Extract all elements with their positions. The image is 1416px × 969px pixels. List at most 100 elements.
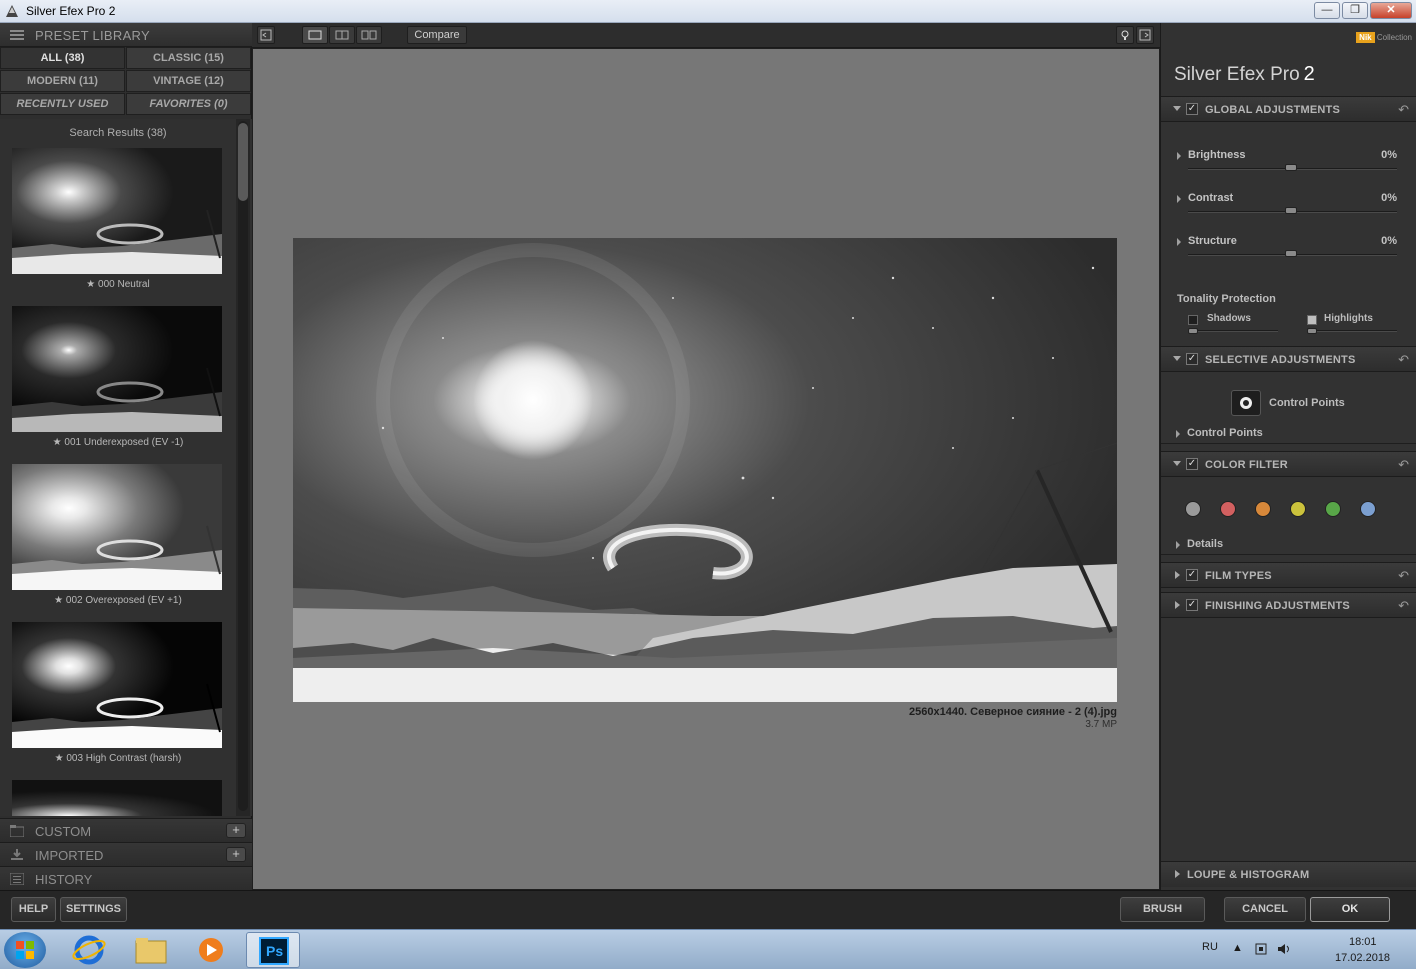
add-control-point-button[interactable] [1231, 390, 1261, 416]
compare-button[interactable]: Compare [407, 26, 467, 44]
panel-toggle-right-button[interactable] [1136, 26, 1154, 44]
global-adjustments-checkbox[interactable]: ✓ [1186, 103, 1198, 115]
brush-button[interactable]: BRUSH [1120, 897, 1205, 922]
color-filter-swatch[interactable] [1290, 501, 1306, 517]
global-adjustments-header[interactable]: ✓ GLOBAL ADJUSTMENTS ↶ [1161, 96, 1416, 122]
finishing-adjustments-label: FINISHING ADJUSTMENTS [1205, 600, 1350, 612]
expand-triangle-icon[interactable] [1176, 430, 1180, 438]
finishing-adjustments-header[interactable]: ✓ FINISHING ADJUSTMENTS ↶ [1161, 592, 1416, 618]
details-row[interactable]: Details [1161, 535, 1416, 555]
tab-modern[interactable]: MODERN (11) [0, 70, 125, 92]
taskbar-ie[interactable] [62, 932, 116, 968]
expand-triangle-icon[interactable] [1177, 195, 1181, 203]
expand-triangle-icon[interactable] [1175, 870, 1180, 878]
cancel-button[interactable]: CANCEL [1224, 897, 1306, 922]
volume-icon[interactable] [1277, 942, 1293, 956]
expand-triangle-icon[interactable] [1175, 601, 1180, 609]
control-points-button-label[interactable]: Control Points [1269, 397, 1345, 409]
settings-button[interactable]: SETTINGS [60, 897, 127, 922]
single-view-button[interactable] [302, 26, 328, 44]
scrollbar-track[interactable] [238, 121, 248, 811]
language-indicator[interactable]: RU [1202, 941, 1218, 953]
color-filter-swatch[interactable] [1325, 501, 1341, 517]
side-by-side-button[interactable] [356, 26, 382, 44]
preview-image[interactable] [293, 238, 1118, 702]
color-filter-header[interactable]: ✓ COLOR FILTER ↶ [1161, 451, 1416, 477]
background-toggle-button[interactable] [1116, 26, 1134, 44]
imported-section[interactable]: IMPORTED + [0, 842, 252, 866]
reset-film-types-icon[interactable]: ↶ [1398, 568, 1409, 584]
collapse-triangle-icon[interactable] [1173, 356, 1181, 361]
finishing-adjustments-checkbox[interactable]: ✓ [1186, 599, 1198, 611]
shadows-slider-handle[interactable] [1188, 328, 1198, 334]
scrollbar-thumb[interactable] [238, 123, 248, 201]
preset-thumbnail[interactable] [12, 622, 222, 748]
collapse-triangle-icon[interactable] [1173, 106, 1181, 111]
preset-thumbnail[interactable] [12, 780, 222, 816]
clock-date[interactable]: 17.02.2018 [1335, 952, 1390, 964]
highlights-slider-track[interactable] [1307, 330, 1397, 332]
ok-button[interactable]: OK [1310, 897, 1390, 922]
loupe-histogram-header[interactable]: LOUPE & HISTOGRAM [1161, 861, 1416, 887]
add-custom-button[interactable]: + [226, 823, 246, 838]
film-types-header[interactable]: ✓ FILM TYPES ↶ [1161, 562, 1416, 588]
highlights-slider-handle[interactable] [1307, 328, 1317, 334]
title-bar: Silver Efex Pro 2 — ❐ ✕ [0, 0, 1416, 23]
expand-triangle-icon[interactable] [1177, 152, 1181, 160]
help-button[interactable]: HELP [11, 897, 56, 922]
color-filter-swatch[interactable] [1185, 501, 1201, 517]
preset-label[interactable]: ★ 000 Neutral [0, 279, 236, 290]
start-button[interactable] [4, 932, 46, 968]
color-filter-swatch[interactable] [1220, 501, 1236, 517]
tab-vintage[interactable]: VINTAGE (12) [126, 70, 251, 92]
color-filter-swatch[interactable] [1255, 501, 1271, 517]
custom-section[interactable]: CUSTOM + [0, 818, 252, 842]
preset-scrollbar[interactable] [236, 119, 250, 816]
preset-thumbnail[interactable] [12, 148, 222, 274]
brightness-slider-handle[interactable] [1285, 164, 1297, 171]
network-icon[interactable] [1254, 942, 1268, 956]
reset-color-filter-icon[interactable]: ↶ [1398, 457, 1409, 473]
selective-adjustments-checkbox[interactable]: ✓ [1186, 353, 1198, 365]
film-types-checkbox[interactable]: ✓ [1186, 569, 1198, 581]
selective-adjustments-header[interactable]: ✓ SELECTIVE ADJUSTMENTS ↶ [1161, 346, 1416, 372]
preset-thumbnail[interactable] [12, 464, 222, 590]
tab-favorites[interactable]: FAVORITES (0) [126, 93, 251, 115]
show-hidden-icons[interactable]: ▲ [1232, 942, 1243, 954]
control-points-row[interactable]: Control Points [1161, 424, 1416, 444]
preset-label[interactable]: ★ 001 Underexposed (EV -1) [0, 437, 236, 448]
structure-slider-handle[interactable] [1285, 250, 1297, 257]
tab-all[interactable]: ALL (38) [0, 47, 125, 69]
maximize-button[interactable]: ❐ [1342, 2, 1368, 19]
taskbar-media-player[interactable] [184, 932, 238, 968]
close-button[interactable]: ✕ [1370, 2, 1412, 19]
contrast-value: 0% [1381, 192, 1397, 204]
tab-recently-used[interactable]: RECENTLY USED [0, 93, 125, 115]
color-filter-swatch[interactable] [1360, 501, 1376, 517]
reset-global-icon[interactable]: ↶ [1398, 102, 1409, 118]
minimize-button[interactable]: — [1314, 2, 1340, 19]
add-imported-button[interactable]: + [226, 847, 246, 862]
collapse-triangle-icon[interactable] [1173, 461, 1181, 466]
color-filter-checkbox[interactable]: ✓ [1186, 458, 1198, 470]
history-section[interactable]: HISTORY [0, 866, 252, 890]
app-icon [6, 5, 18, 17]
expand-triangle-icon[interactable] [1176, 541, 1180, 549]
reset-finishing-icon[interactable]: ↶ [1398, 598, 1409, 614]
preset-library-header[interactable]: PRESET LIBRARY [0, 23, 252, 47]
expand-triangle-icon[interactable] [1175, 571, 1180, 579]
preset-label[interactable]: ★ 003 High Contrast (harsh) [0, 753, 236, 764]
expand-triangle-icon[interactable] [1177, 238, 1181, 246]
split-view-button[interactable] [329, 26, 355, 44]
reset-selective-icon[interactable]: ↶ [1398, 352, 1409, 368]
preset-label[interactable]: ★ 002 Overexposed (EV +1) [0, 595, 236, 606]
taskbar-explorer[interactable] [124, 932, 178, 968]
contrast-slider-handle[interactable] [1285, 207, 1297, 214]
panel-toggle-left-button[interactable] [257, 26, 275, 44]
structure-value: 0% [1381, 235, 1397, 247]
tab-classic[interactable]: CLASSIC (15) [126, 47, 251, 69]
shadows-slider-track[interactable] [1188, 330, 1278, 332]
taskbar-photoshop[interactable]: Ps [246, 932, 300, 968]
clock-time[interactable]: 18:01 [1349, 936, 1377, 948]
preset-thumbnail[interactable] [12, 306, 222, 432]
